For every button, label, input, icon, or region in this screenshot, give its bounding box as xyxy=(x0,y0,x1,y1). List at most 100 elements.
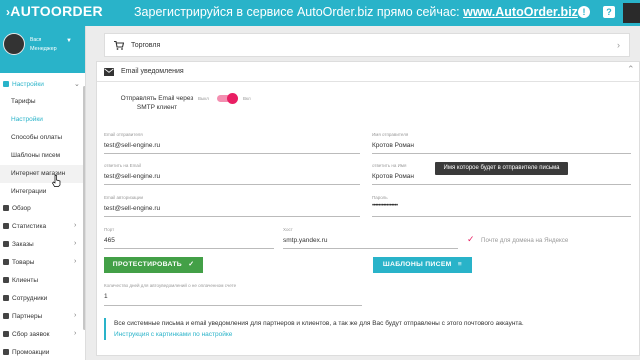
sidebar-item-label: Партнеры xyxy=(12,313,43,320)
sender-name-field[interactable]: Кротов Роман xyxy=(372,142,414,149)
sidebar-item-label: Промоакции xyxy=(12,349,50,356)
sidebar-subitem-label: Тарифы xyxy=(11,98,36,105)
sidebar-subitem-email-templates[interactable]: Шаблоны писем xyxy=(0,147,85,165)
auth-email-field[interactable]: test@sell-engine.ru xyxy=(104,205,160,212)
sidebar-item-statistics[interactable]: Статистика › xyxy=(0,218,85,235)
logo-text: AUTOORDER xyxy=(10,3,103,19)
sender-email-field[interactable]: test@sell-engine.ru xyxy=(104,142,160,149)
sidebar-item-label: Обзор xyxy=(12,205,31,212)
sidebar-item-label: Сбор заявок xyxy=(12,331,50,338)
sidebar-subitem-integrations[interactable]: Интеграции xyxy=(0,183,85,201)
sidebar-item-partners[interactable]: Партнеры › xyxy=(0,308,85,325)
sidebar-scrollbar[interactable] xyxy=(83,86,85,330)
sidebar-subitem-settings[interactable]: Настройки xyxy=(0,111,85,129)
info-text: Все системные письма и email уведомления… xyxy=(114,320,524,327)
field-underline xyxy=(372,216,631,217)
auth-email-label: Email авторизации xyxy=(104,195,143,200)
chevron-down-icon[interactable]: ▼ xyxy=(66,38,72,44)
field-underline xyxy=(104,248,274,249)
list-icon: ≡ xyxy=(457,261,463,268)
test-button[interactable]: ПРОТЕСТИРОВАТЬ ✓ xyxy=(104,257,203,273)
sender-name-label: Имя отправителя xyxy=(372,132,409,137)
sidebar-item-employees[interactable]: Сотрудники xyxy=(0,290,85,307)
app-logo[interactable]: ›AUTOORDER xyxy=(6,3,103,19)
field-underline xyxy=(372,184,631,185)
sidebar-item-settings[interactable]: Настройки ⌄ xyxy=(0,76,85,93)
sidebar-subitem-label: Интеграции xyxy=(11,188,47,195)
chevron-right-icon: › xyxy=(617,40,620,50)
sidebar-item-label: Заказы xyxy=(12,241,34,248)
days-label: Количество дней для автоуведомлений о не… xyxy=(104,283,237,288)
statistics-icon xyxy=(3,223,9,229)
instruction-link[interactable]: Инструкция с картинками по настройке xyxy=(114,331,232,338)
reply-name-field[interactable]: Кротов Роман xyxy=(372,173,414,180)
field-underline xyxy=(104,305,362,306)
toggle-on-label: Вкл xyxy=(243,96,251,101)
chevron-down-icon: ⌄ xyxy=(74,81,80,88)
sidebar-item-label: Товары xyxy=(12,259,35,266)
sidebar: Вася Менеджер ▼ Настройки ⌄ Тарифы Настр… xyxy=(0,26,86,360)
mail-icon xyxy=(104,68,114,76)
chevron-up-icon[interactable]: ⌃ xyxy=(627,64,635,75)
promo-link[interactable]: www.AutoOrder.biz xyxy=(463,5,578,19)
reply-email-label: ответить на Email xyxy=(104,163,141,168)
port-field[interactable]: 465 xyxy=(104,237,115,244)
days-field[interactable]: 1 xyxy=(104,293,108,300)
email-panel-title: Email уведомления xyxy=(121,68,184,75)
avatar[interactable] xyxy=(3,33,25,55)
promo-banner: Зарегистрируйся в сервисе AutoOrder.biz … xyxy=(134,5,578,19)
email-templates-button-label: ШАБЛОНЫ ПИСЕМ xyxy=(382,261,452,268)
sender-name-tooltip: Имя которое будет в отправителе письма xyxy=(435,162,568,175)
sidebar-subitem-label: Способы оплаты xyxy=(11,134,63,141)
sidebar-item-lead-capture[interactable]: Сбор заявок › xyxy=(0,326,85,343)
gift-icon[interactable] xyxy=(623,3,640,23)
employees-icon xyxy=(3,295,9,301)
sidebar-item-clients[interactable]: Клиенты xyxy=(0,272,85,289)
chevron-right-icon: › xyxy=(74,258,77,265)
chevron-right-icon: › xyxy=(74,222,77,229)
divider xyxy=(97,81,640,82)
overview-icon xyxy=(3,205,9,211)
settings-icon xyxy=(3,81,9,87)
sidebar-subitem-payment-methods[interactable]: Способы оплаты xyxy=(0,129,85,147)
top-bar: ›AUTOORDER Зарегистрируйся в сервисе Aut… xyxy=(0,0,640,26)
chevron-right-icon: › xyxy=(74,240,77,247)
help-icon[interactable]: ? xyxy=(603,6,615,18)
sender-email-label: Email отправителя xyxy=(104,132,143,137)
trade-panel[interactable]: Торговля › xyxy=(104,33,630,57)
sidebar-item-products[interactable]: Товары › xyxy=(0,254,85,271)
field-underline xyxy=(104,153,360,154)
promo-text: Зарегистрируйся в сервисе AutoOrder.biz … xyxy=(134,5,460,19)
host-field[interactable]: smtp.yandex.ru xyxy=(283,237,327,244)
host-label: Хост xyxy=(283,227,293,232)
toggle-off-label: Выкл xyxy=(198,96,209,101)
sidebar-item-label: Настройки xyxy=(12,81,44,88)
orders-icon xyxy=(3,241,9,247)
sidebar-item-promotions[interactable]: Промоакции xyxy=(0,344,85,360)
sidebar-subitem-tariffs[interactable]: Тарифы xyxy=(0,93,85,111)
clients-icon xyxy=(3,277,9,283)
smtp-toggle-label: Отправлять Email через SMTP клиент xyxy=(120,95,194,111)
reply-email-field[interactable]: test@sell-engine.ru xyxy=(104,173,160,180)
sidebar-item-orders[interactable]: Заказы › xyxy=(0,236,85,253)
password-field[interactable]: •••••••••••••••• xyxy=(372,203,398,209)
port-label: Порт xyxy=(104,227,115,232)
cart-icon xyxy=(114,41,124,50)
field-underline xyxy=(104,184,360,185)
password-label: Пароль xyxy=(372,195,388,200)
chevron-right-icon: › xyxy=(74,330,77,337)
sidebar-item-label: Статистика xyxy=(12,223,47,230)
info-accent-bar xyxy=(104,318,106,340)
profile-block[interactable]: Вася Менеджер ▼ xyxy=(0,26,85,73)
yandex-checkbox[interactable]: ✓ xyxy=(467,234,475,245)
alert-icon[interactable]: ! xyxy=(578,6,590,18)
smtp-toggle[interactable] xyxy=(217,93,238,104)
products-icon xyxy=(3,259,9,265)
sidebar-item-overview[interactable]: Обзор xyxy=(0,200,85,217)
sidebar-item-label: Клиенты xyxy=(12,277,39,284)
lead-capture-icon xyxy=(3,331,9,337)
email-templates-button[interactable]: ШАБЛОНЫ ПИСЕМ ≡ xyxy=(373,257,472,273)
field-underline xyxy=(372,153,631,154)
toggle-knob xyxy=(227,93,238,104)
sidebar-subitem-online-store[interactable]: Интернет магазин xyxy=(0,165,85,183)
